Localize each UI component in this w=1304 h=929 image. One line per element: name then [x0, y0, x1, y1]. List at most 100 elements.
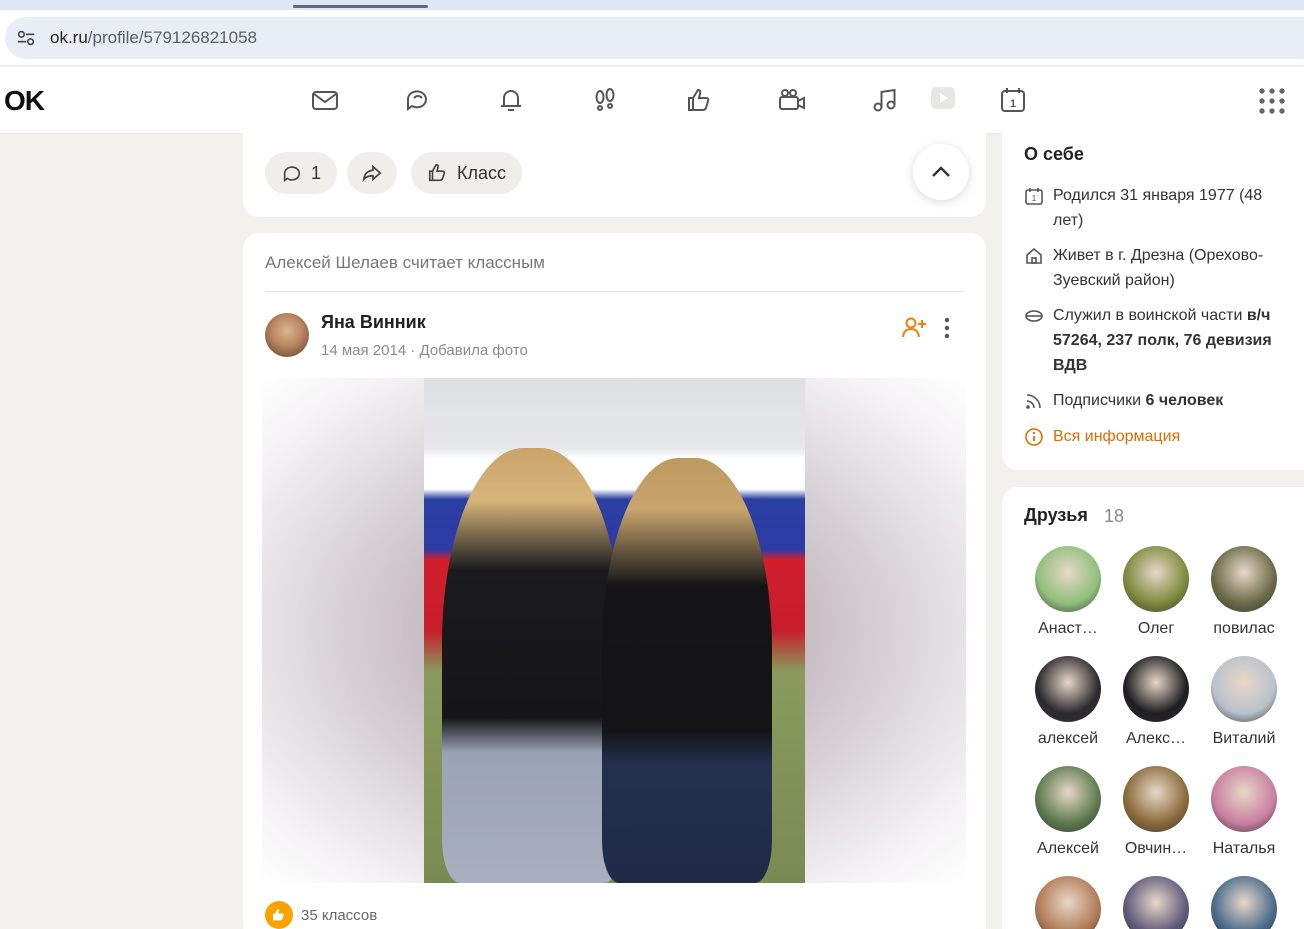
more-options-icon[interactable]	[937, 315, 957, 341]
home-icon	[1026, 247, 1042, 264]
friend-avatar[interactable]	[1211, 876, 1277, 929]
friend-item[interactable]: Олег	[1112, 546, 1200, 638]
post-date[interactable]: 14 мая 2014	[321, 342, 406, 359]
url-path: /profile/579126821058	[87, 28, 257, 47]
friend-name[interactable]: Алекс…	[1112, 730, 1200, 748]
friend-name[interactable]: Виталий	[1200, 730, 1288, 748]
mail-icon[interactable]	[308, 83, 342, 117]
comment-count: 1	[311, 162, 322, 183]
post-divider	[265, 291, 964, 292]
guests-icon[interactable]	[588, 83, 622, 117]
friend-item[interactable]: Алекс…	[1112, 656, 1200, 748]
info-birthday: 1 Родился 31 января 1977 (48 лет)	[1024, 183, 1284, 233]
friend-avatar[interactable]	[1035, 656, 1101, 722]
friend-name[interactable]: повилас	[1200, 620, 1288, 638]
calendar-icon: 1	[1025, 188, 1043, 205]
friend-avatar[interactable]	[1211, 656, 1277, 722]
share-button[interactable]	[347, 152, 397, 194]
previous-post-card: 1 Класс	[243, 120, 986, 217]
add-friend-icon[interactable]	[901, 315, 927, 341]
friend-item[interactable]: алексей	[1024, 656, 1112, 748]
share-icon	[362, 164, 382, 183]
info-location: Живет в г. Дрезна (Орехово-Зуевский райо…	[1024, 243, 1284, 293]
friend-name[interactable]: Наталья	[1200, 840, 1288, 858]
subscribers-text: Подписчики 6 человек	[1053, 388, 1223, 413]
friend-avatar[interactable]	[1035, 766, 1101, 832]
svg-text:1: 1	[1010, 98, 1016, 110]
bell-icon[interactable]	[494, 83, 528, 117]
friend-item[interactable]: Овчин…	[1112, 766, 1200, 858]
svg-text:1: 1	[1032, 194, 1037, 203]
calendar-icon[interactable]: 1	[996, 83, 1030, 117]
photo-person-right	[602, 458, 772, 883]
all-info-link[interactable]: Вся информация	[1024, 424, 1284, 449]
military-cap-icon	[1025, 310, 1043, 322]
friend-name[interactable]: алексей	[1024, 730, 1112, 748]
friend-item[interactable]: повилас	[1200, 546, 1288, 638]
friend-name[interactable]: Олег	[1112, 620, 1200, 638]
video-camera-icon[interactable]	[775, 83, 809, 117]
friend-avatar[interactable]	[1123, 656, 1189, 722]
friend-avatar[interactable]	[1035, 546, 1101, 612]
friend-avatar[interactable]	[1211, 546, 1277, 612]
friends-card: Друзья 18 Анаст… Олег повилас алексей Алекс……	[1002, 487, 1304, 929]
friend-avatar[interactable]	[1123, 876, 1189, 929]
scroll-to-top-button[interactable]	[913, 144, 969, 200]
post-photo[interactable]	[424, 378, 805, 883]
friend-item[interactable]	[1200, 876, 1288, 929]
friend-avatar[interactable]	[1035, 876, 1101, 929]
post-photo-frame[interactable]	[262, 378, 966, 883]
post-meta: 14 мая 2014 · Добавила фото	[321, 342, 528, 359]
friends-title[interactable]: Друзья	[1024, 505, 1088, 526]
likes-count: 35 классов	[301, 906, 378, 924]
info-military: Служил в воинской части в/ч 57264, 237 п…	[1024, 303, 1284, 378]
active-tab-indicator[interactable]	[293, 5, 428, 8]
site-settings-icon[interactable]	[15, 27, 37, 49]
friends-count: 18	[1104, 506, 1125, 526]
url-omnibox[interactable]: ok.ru/profile/579126821058	[5, 17, 1304, 59]
likes-summary[interactable]: 35 классов	[265, 901, 377, 929]
browser-tabstrip	[0, 0, 1304, 10]
info-subscribers[interactable]: Подписчики 6 человек	[1024, 388, 1284, 413]
friend-avatar[interactable]	[1211, 766, 1277, 832]
chevron-up-icon	[932, 166, 950, 177]
url-host: ok.ru	[50, 28, 88, 47]
friend-name[interactable]: Овчин…	[1112, 840, 1200, 858]
like-icon[interactable]	[682, 83, 716, 117]
all-info-text: Вся информация	[1053, 428, 1181, 445]
ok-logo[interactable]: OK	[4, 85, 45, 117]
friend-name[interactable]: Алексей	[1024, 840, 1112, 858]
meta-separator: ·	[410, 342, 416, 359]
military-prefix: Служил в воинской части	[1053, 307, 1247, 324]
friend-item[interactable]	[1112, 876, 1200, 929]
music-icon[interactable]	[868, 83, 902, 117]
friend-item[interactable]: Анаст…	[1024, 546, 1112, 638]
friend-item[interactable]: Виталий	[1200, 656, 1288, 748]
about-card: О себе 1 Родился 31 января 1977 (48 лет)…	[1002, 120, 1304, 470]
about-title: О себе	[1024, 144, 1084, 164]
class-label: Класс	[457, 162, 506, 183]
chat-icon[interactable]	[401, 83, 435, 117]
friend-item[interactable]: Алексей	[1024, 766, 1112, 858]
friend-avatar[interactable]	[1123, 546, 1189, 612]
browser-address-bar: ok.ru/profile/579126821058	[0, 10, 1304, 66]
post-action: Добавила фото	[419, 342, 528, 359]
liked-by-text[interactable]: Алексей Шелаев считает классным	[265, 253, 545, 273]
thumbs-up-icon	[428, 163, 446, 182]
friend-avatar[interactable]	[1123, 766, 1189, 832]
comment-button[interactable]: 1	[265, 152, 338, 194]
friend-item[interactable]: Наталья	[1200, 766, 1288, 858]
apps-grid-icon[interactable]	[1258, 87, 1286, 115]
subscribers-prefix: Подписчики	[1053, 392, 1146, 409]
class-button[interactable]: Класс	[411, 152, 522, 194]
friend-name[interactable]: Анаст…	[1024, 620, 1112, 638]
url-text[interactable]: ok.ru/profile/579126821058	[50, 28, 257, 48]
author-avatar[interactable]	[265, 313, 309, 357]
military-text: Служил в воинской части в/ч 57264, 237 п…	[1053, 303, 1284, 378]
comment-icon	[283, 166, 301, 182]
author-name[interactable]: Яна Винник	[321, 312, 426, 333]
play-icon[interactable]	[925, 81, 959, 115]
rss-icon	[1026, 394, 1041, 409]
feed-post-card: Алексей Шелаев считает классным Яна Винн…	[243, 233, 986, 929]
friend-item[interactable]	[1024, 876, 1112, 929]
